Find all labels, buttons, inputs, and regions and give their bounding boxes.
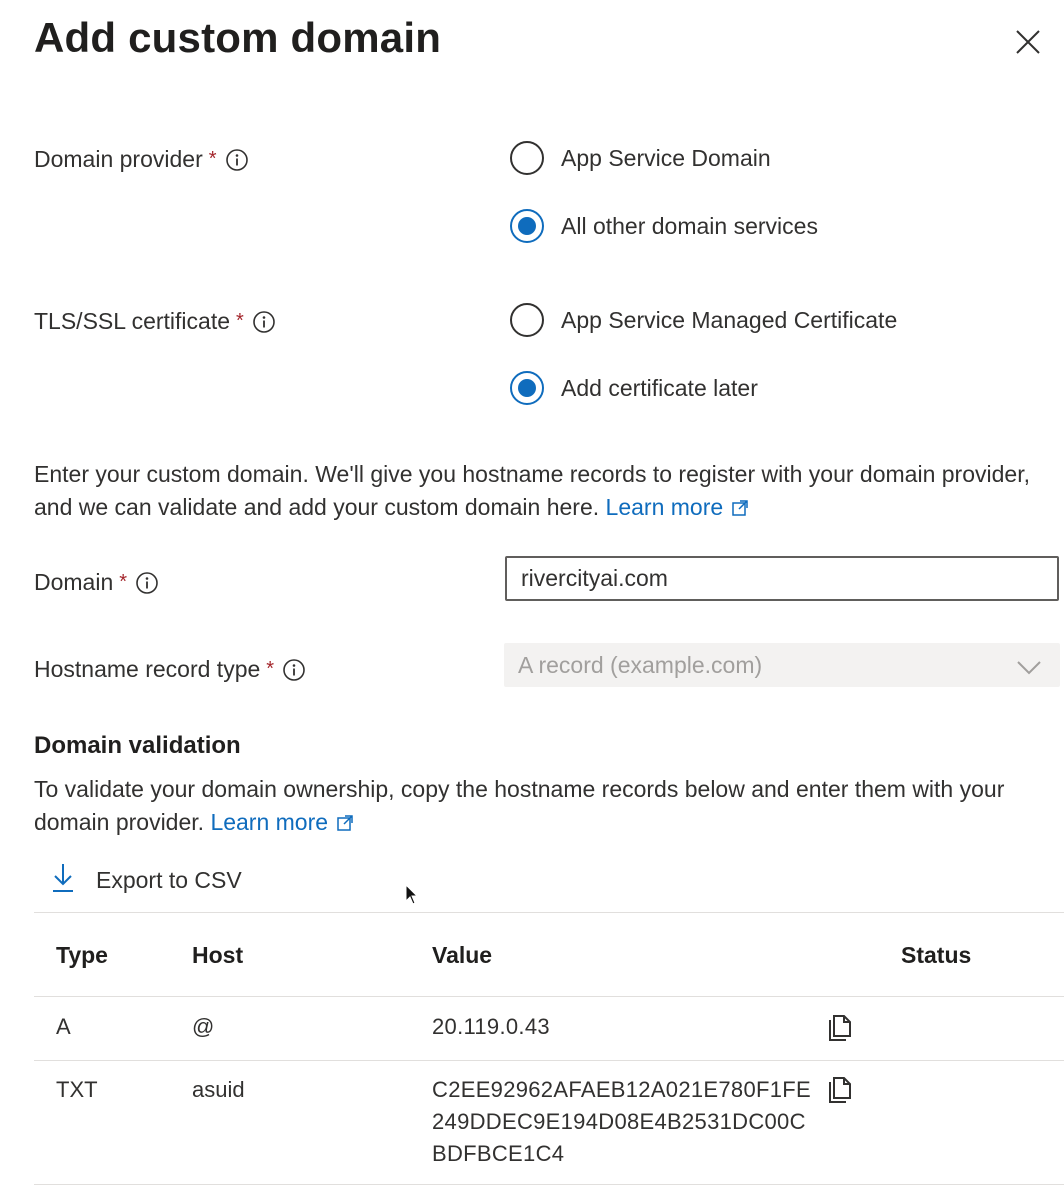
column-header-value: Value [432, 942, 493, 968]
domain-validation-heading: Domain validation [34, 732, 241, 759]
tls-certificate-label: TLS/SSL certificate * [34, 308, 276, 335]
panel-title: Add custom domain [34, 14, 442, 61]
required-mark: * [119, 571, 128, 593]
column-header-type: Type [56, 942, 108, 968]
domain-input[interactable] [505, 556, 1059, 601]
mouse-pointer-icon [405, 883, 419, 911]
column-header-status: Status [901, 942, 972, 968]
cell-value-line-1: C2EE92962AFAEB12A021E780F1FE [432, 1077, 811, 1102]
info-icon[interactable] [225, 148, 249, 172]
radio-all-other-domain-services[interactable]: All other domain services [510, 209, 818, 243]
chevron-down-icon [1016, 655, 1042, 682]
external-link-icon [336, 808, 354, 841]
row-divider [34, 1184, 1064, 1185]
cell-host: asuid [192, 1077, 245, 1102]
download-icon [50, 862, 76, 899]
required-mark: * [266, 658, 275, 680]
info-icon[interactable] [282, 658, 306, 682]
intro-text: Enter your custom domain. We'll give you… [34, 458, 1034, 526]
column-header-host: Host [192, 942, 244, 968]
learn-more-link[interactable]: Learn more [606, 494, 724, 520]
hostname-record-type-dropdown[interactable]: A record (example.com) [504, 643, 1060, 687]
copy-button[interactable] [824, 1074, 856, 1111]
close-button[interactable] [1008, 22, 1048, 62]
domain-provider-label: Domain provider * [34, 146, 249, 173]
domain-label: Domain * [34, 569, 159, 596]
export-to-csv-button[interactable]: Export to CSV [50, 862, 242, 899]
radio-add-certificate-later[interactable]: Add certificate later [510, 371, 758, 405]
header-divider [34, 996, 1064, 997]
table-top-divider [34, 912, 1064, 913]
copy-icon [829, 1015, 851, 1041]
required-mark: * [208, 148, 217, 170]
radio-unchecked-icon [510, 303, 544, 337]
cell-value-line-3: BDFBCE1C4 [432, 1141, 565, 1166]
cell-type: A [56, 1014, 71, 1039]
dropdown-value: A record (example.com) [518, 651, 763, 678]
cell-value: 20.119.0.43 [432, 1014, 550, 1039]
radio-app-service-domain[interactable]: App Service Domain [510, 141, 771, 175]
copy-icon [829, 1077, 851, 1103]
external-link-icon [731, 493, 749, 526]
row-divider [34, 1060, 1064, 1061]
info-icon[interactable] [135, 571, 159, 595]
radio-unchecked-icon [510, 141, 544, 175]
cell-value-line-2: 249DDEC9E194D08E4B2531DC00C [432, 1109, 806, 1134]
info-icon[interactable] [252, 310, 276, 334]
radio-app-service-managed-certificate[interactable]: App Service Managed Certificate [510, 303, 897, 337]
radio-checked-icon [510, 371, 544, 405]
required-mark: * [236, 310, 244, 332]
learn-more-link[interactable]: Learn more [210, 809, 328, 835]
radio-checked-icon [510, 209, 544, 243]
copy-button[interactable] [824, 1012, 856, 1049]
cell-type: TXT [56, 1077, 98, 1102]
validation-text: To validate your domain ownership, copy … [34, 773, 1034, 841]
hostname-record-type-label: Hostname record type * [34, 656, 306, 683]
close-icon [1016, 30, 1040, 54]
cell-host: @ [192, 1014, 215, 1039]
